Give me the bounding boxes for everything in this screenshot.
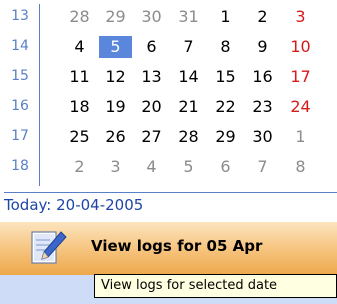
calendar-day[interactable]: 28 — [172, 126, 205, 148]
calendar-day[interactable]: 2 — [246, 6, 279, 28]
calendar-divider — [4, 192, 337, 193]
calendar-day[interactable]: 14 — [172, 66, 205, 88]
week-number: 15 — [11, 68, 29, 84]
calendar-day[interactable]: 2 — [63, 156, 96, 178]
calendar-day[interactable]: 12 — [99, 66, 132, 88]
view-logs-label: View logs for 05 Apr — [91, 237, 263, 255]
calendar-day[interactable]: 9 — [246, 36, 279, 58]
calendar-day[interactable]: 1 — [284, 126, 317, 148]
calendar-day[interactable]: 10 — [284, 36, 317, 58]
calendar-day[interactable]: 7 — [172, 36, 205, 58]
calendar-day[interactable]: 29 — [209, 126, 242, 148]
week-number-column: 13 14 15 16 17 18 — [0, 0, 40, 190]
calendar-day[interactable]: 6 — [209, 156, 242, 178]
calendar-day[interactable]: 5 — [172, 156, 205, 178]
calendar-day[interactable]: 19 — [99, 96, 132, 118]
week-number: 17 — [11, 128, 29, 144]
calendar-day[interactable]: 23 — [246, 96, 279, 118]
week-number: 14 — [11, 38, 29, 54]
calendar-day[interactable]: 28 — [63, 6, 96, 28]
calendar-day[interactable]: 30 — [135, 6, 168, 28]
calendar-day[interactable]: 4 — [63, 36, 96, 58]
today-link[interactable]: Today: 20-04-2005 — [4, 196, 143, 214]
calendar-day[interactable]: 3 — [99, 156, 132, 178]
calendar-day[interactable]: 24 — [284, 96, 317, 118]
calendar-day[interactable]: 20 — [135, 96, 168, 118]
calendar-day[interactable]: 6 — [135, 36, 168, 58]
calendar-day[interactable]: 11 — [63, 66, 96, 88]
calendar-day[interactable]: 29 — [99, 6, 132, 28]
calendar-day[interactable]: 4 — [135, 156, 168, 178]
calendar-day[interactable]: 7 — [246, 156, 279, 178]
calendar-day[interactable]: 30 — [246, 126, 279, 148]
calendar-day[interactable]: 3 — [284, 6, 317, 28]
calendar-day[interactable]: 8 — [284, 156, 317, 178]
week-number: 16 — [11, 98, 29, 114]
calendar-day[interactable]: 17 — [284, 66, 317, 88]
view-logs-button[interactable]: View logs for 05 Apr — [0, 222, 337, 275]
calendar-day[interactable]: 22 — [209, 96, 242, 118]
week-number: 18 — [11, 158, 29, 174]
calendar-day-selected[interactable]: 5 — [99, 36, 132, 58]
week-separator-line — [39, 4, 40, 186]
calendar-day[interactable]: 25 — [63, 126, 96, 148]
calendar-day[interactable]: 8 — [209, 36, 242, 58]
calendar-day[interactable]: 18 — [63, 96, 96, 118]
week-number: 13 — [11, 8, 29, 24]
calendar-day[interactable]: 1 — [209, 6, 242, 28]
calendar-day[interactable]: 31 — [172, 6, 205, 28]
edit-document-icon — [31, 231, 67, 264]
calendar-day[interactable]: 26 — [99, 126, 132, 148]
calendar-day[interactable]: 27 — [135, 126, 168, 148]
calendar-day[interactable]: 16 — [246, 66, 279, 88]
calendar-day[interactable]: 21 — [172, 96, 205, 118]
tooltip: View logs for selected date — [94, 274, 337, 298]
calendar-grid: 13 14 15 16 17 18 28 29 30 31 1 2 3 4 5 6 7 8 9 10 11 12 13 14… — [0, 0, 337, 190]
calendar-day[interactable]: 15 — [209, 66, 242, 88]
calendar-day[interactable]: 13 — [135, 66, 168, 88]
